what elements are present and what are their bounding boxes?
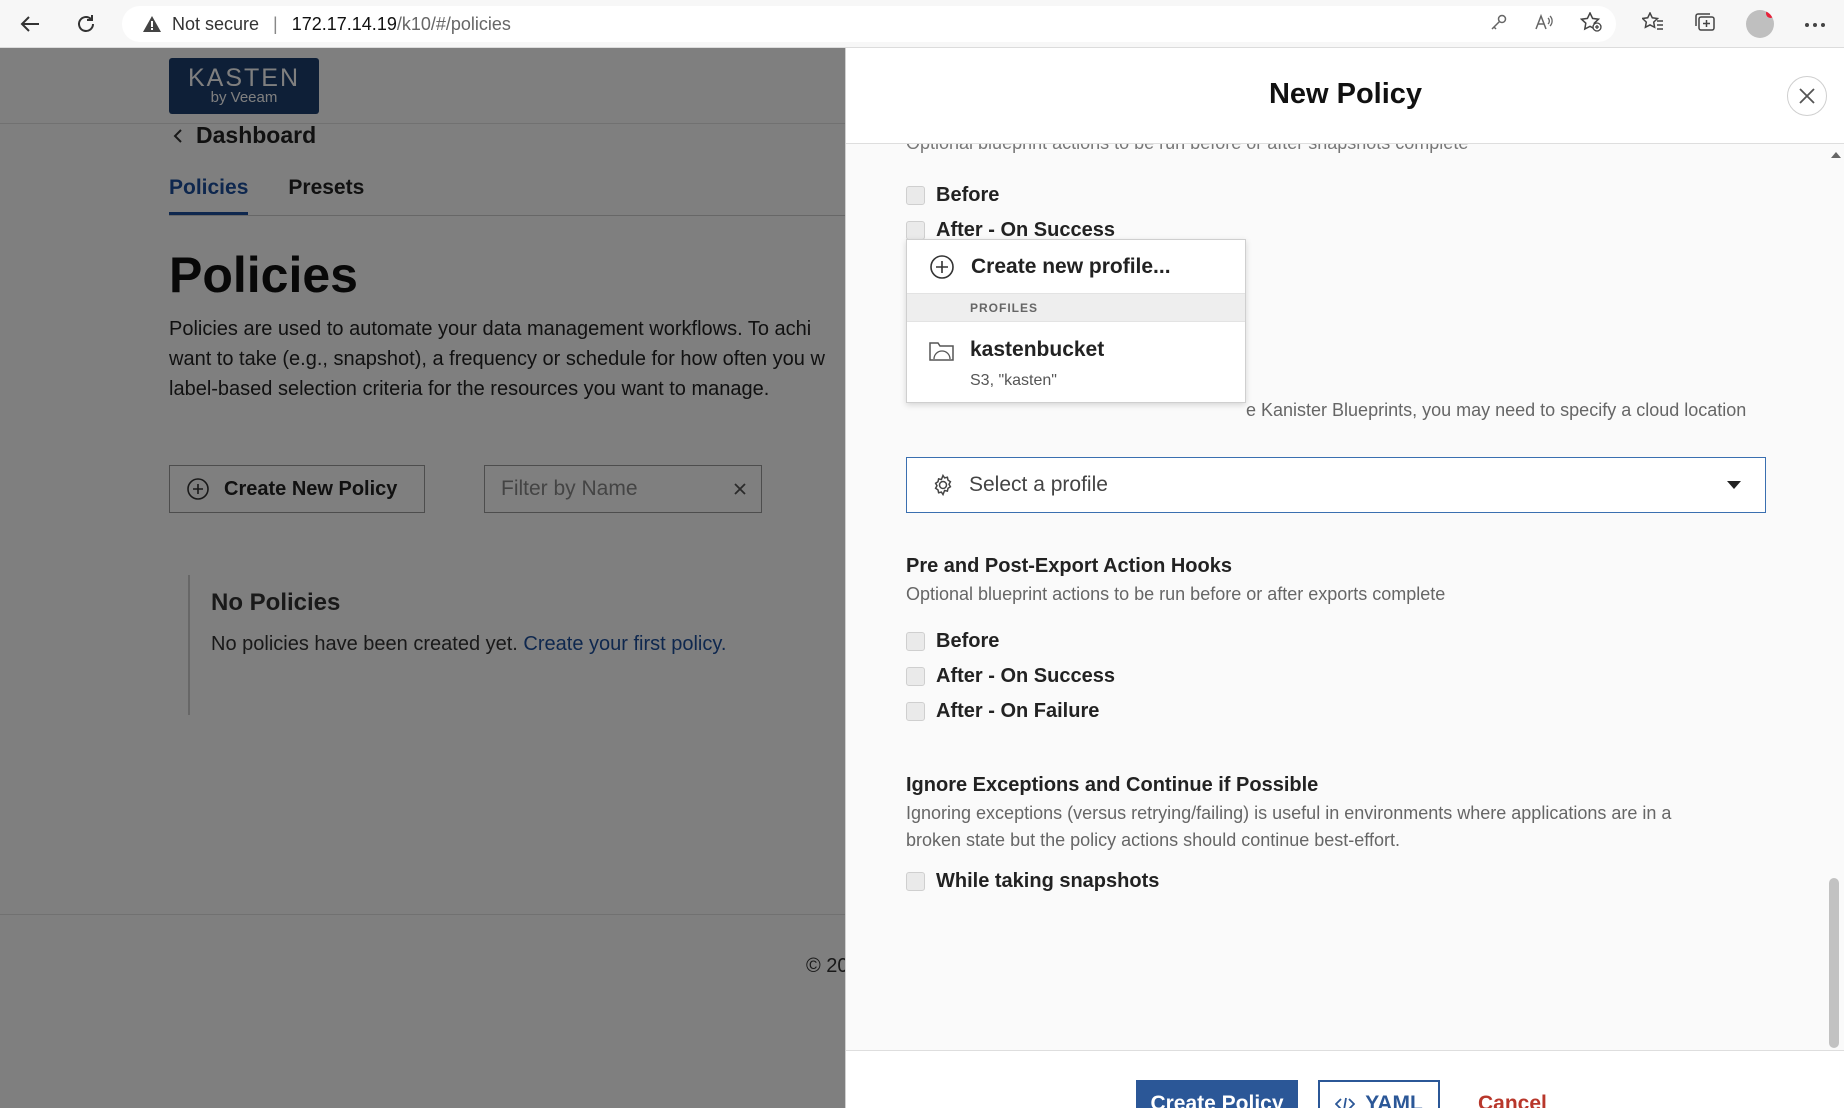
checkbox-label: Before xyxy=(936,184,1000,206)
checkbox[interactable] xyxy=(906,632,925,651)
new-policy-drawer: New Policy Optional blueprint actions to… xyxy=(845,48,1844,1108)
ignore-exceptions-description: Ignoring exceptions (versus retrying/fai… xyxy=(906,800,1671,854)
back-arrow-icon xyxy=(20,16,39,32)
plus-circle-icon xyxy=(930,254,954,279)
cancel-button[interactable]: Cancel xyxy=(1474,1080,1551,1108)
create-new-profile-label: Create new profile... xyxy=(971,254,1171,278)
profiles-section-header: PROFILES xyxy=(907,294,1245,322)
url-host: 172.17.14.19 xyxy=(291,13,397,34)
export-hook-before[interactable]: Before xyxy=(906,630,999,653)
ignore-while-snapshots[interactable]: While taking snapshots xyxy=(906,870,1159,893)
checkbox[interactable] xyxy=(906,667,925,686)
profile-select-label: Select a profile xyxy=(969,473,1108,496)
snapshot-hook-before[interactable]: Before xyxy=(906,184,999,207)
profile-avatar[interactable] xyxy=(1746,10,1774,38)
key-icon[interactable] xyxy=(1490,13,1508,36)
profile-detail: S3, "kasten" xyxy=(970,372,1057,389)
back-button[interactable] xyxy=(14,8,46,40)
checkbox-label: After - On Failure xyxy=(936,700,1100,722)
favorites-icon[interactable] xyxy=(1640,10,1664,37)
browser-toolbar: Not secure | 172.17.14.19/k10/#/policies xyxy=(0,0,1844,48)
not-secure-label: Not secure xyxy=(172,13,260,34)
profile-select[interactable]: Select a profile xyxy=(906,457,1766,513)
export-hook-after-success[interactable]: After - On Success xyxy=(906,665,1115,688)
close-button[interactable] xyxy=(1787,76,1827,116)
checkbox-label: After - On Success xyxy=(936,665,1115,687)
export-hooks-description: Optional blueprint actions to be run bef… xyxy=(906,584,1446,604)
description-line: broken state but the policy actions shou… xyxy=(906,830,1400,850)
close-icon xyxy=(1799,88,1815,104)
drawer-title: New Policy xyxy=(1268,78,1423,110)
url-path: /k10/#/policies xyxy=(396,13,511,34)
reload-button[interactable] xyxy=(70,8,102,40)
yaml-button[interactable]: YAML xyxy=(1318,1080,1440,1108)
checkbox[interactable] xyxy=(906,872,925,891)
more-icon[interactable] xyxy=(1804,15,1826,33)
checkbox[interactable] xyxy=(906,186,925,205)
drawer-footer-actions: Create Policy YAML Cancel xyxy=(846,1050,1844,1108)
profile-option-kastenbucket[interactable]: kastenbucket S3, "kasten" xyxy=(907,322,1245,402)
checkbox[interactable] xyxy=(906,221,925,240)
scrollbar-thumb[interactable] xyxy=(1829,878,1839,1048)
ignore-exceptions-title: Ignore Exceptions and Continue if Possib… xyxy=(906,774,1319,796)
address-separator: | xyxy=(273,13,278,34)
folder-icon xyxy=(929,340,955,367)
gear-icon xyxy=(934,473,952,497)
code-icon xyxy=(1335,1097,1356,1108)
yaml-label: YAML xyxy=(1365,1092,1423,1108)
snapshot-hooks-description: Optional blueprint actions to be run bef… xyxy=(906,144,1468,154)
scroll-up-arrow[interactable] xyxy=(1831,152,1841,158)
checkbox-label: Before xyxy=(936,630,1000,652)
profile-name: kastenbucket xyxy=(970,338,1105,361)
collections-icon[interactable] xyxy=(1694,12,1716,37)
create-policy-button[interactable]: Create Policy xyxy=(1136,1080,1298,1108)
caret-down-icon xyxy=(1727,481,1741,489)
export-hooks-title: Pre and Post-Export Action Hooks xyxy=(906,555,1232,577)
description-line: Ignoring exceptions (versus retrying/fai… xyxy=(906,803,1672,823)
read-aloud-icon[interactable] xyxy=(1534,13,1554,36)
address-bar[interactable]: Not secure | 172.17.14.19/k10/#/policies xyxy=(122,6,1616,42)
warning-icon xyxy=(142,15,162,33)
drawer-header: New Policy xyxy=(846,48,1844,144)
create-new-profile-option[interactable]: Create new profile... xyxy=(907,240,1245,294)
checkbox-label: While taking snapshots xyxy=(936,870,1160,892)
profile-dropdown-menu: Create new profile... PROFILES kastenbuc… xyxy=(906,239,1246,403)
export-hook-after-failure[interactable]: After - On Failure xyxy=(906,700,1099,723)
profile-section-description-partial: e Kanister Blueprints, you may need to s… xyxy=(1246,400,1747,420)
add-favorite-icon[interactable] xyxy=(1579,10,1602,37)
reload-icon xyxy=(78,15,94,32)
modal-overlay[interactable] xyxy=(0,48,845,1108)
checkbox[interactable] xyxy=(906,702,925,721)
